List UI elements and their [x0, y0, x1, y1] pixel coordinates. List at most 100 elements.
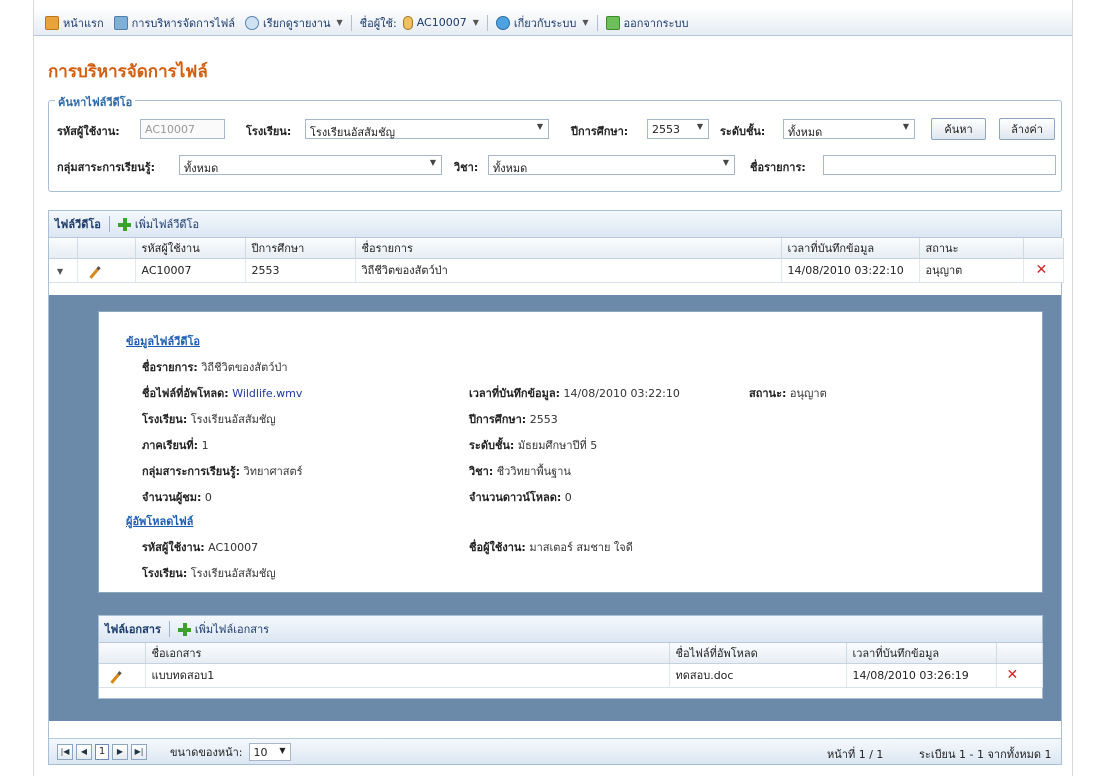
- menu-logout-label: ออกจากระบบ: [623, 16, 689, 30]
- delete-header: [1023, 238, 1064, 259]
- detail-views-label: จำนวนผู้ชม:: [142, 491, 202, 504]
- search-fieldset: ค้นหาไฟล์วีดีโอ รหัสผู้ใช้งาน: โรงเรียน:…: [48, 93, 1062, 192]
- detail-uploader-name-label: ชื่อผู้ใช้งาน:: [469, 541, 526, 554]
- chevron-down-icon: ▼: [582, 18, 589, 27]
- home-icon: [45, 15, 59, 30]
- video-table: รหัสผู้ใช้งาน ปีการศึกษา ชื่อรายการ เวลา…: [49, 238, 1064, 283]
- cell-doc-name: แบบทดสอบ1: [145, 663, 670, 688]
- school-select[interactable]: โรงเรียนอัสสัมชัญ ▼: [305, 119, 549, 139]
- page-size-select[interactable]: 10 ▼: [248, 742, 291, 761]
- first-page-button[interactable]: |◀: [57, 743, 73, 760]
- learning-group-select[interactable]: ทั้งหมด ▼: [179, 155, 442, 175]
- detail-status-value: อนุญาต: [789, 387, 827, 400]
- edit-cell[interactable]: [99, 663, 146, 688]
- cell-doc-timestamp: 14/08/2010 03:26:19: [846, 663, 997, 688]
- column-header-doc-name[interactable]: ชื่อเอกสาร: [145, 643, 670, 664]
- detail-card: ข้อมูลไฟล์วีดีโอ ชื่อรายการ: วิถีชีวิตขอ…: [98, 311, 1043, 593]
- add-document-button[interactable]: เพิ่มไฟล์เอกสาร: [177, 620, 269, 638]
- detail-subject-label: วิชา:: [469, 465, 494, 478]
- menu-home-label: หน้าแรก: [63, 16, 104, 30]
- column-header-doc-file[interactable]: ชื่อไฟล์ที่อัพโหลด: [669, 643, 847, 664]
- page-container: หน้าแรก การบริหารจัดการไฟล์ เรียกดูรายงา…: [33, 0, 1073, 776]
- cell-year: 2553: [245, 258, 356, 283]
- cell-doc-file: ทดสอบ.doc: [669, 663, 847, 688]
- title-input[interactable]: [823, 155, 1056, 175]
- title-label: ชื่อรายการ:: [750, 161, 806, 174]
- column-header-timestamp[interactable]: เวลาที่บันทึกข้อมูล: [781, 238, 920, 259]
- next-page-icon: ▶: [116, 747, 124, 756]
- school-select-value: โรงเรียนอัสสัมชัญ: [310, 126, 395, 139]
- menu-home[interactable]: หน้าแรก: [40, 12, 109, 34]
- detail-level-label: ระดับชั้น:: [469, 439, 515, 452]
- file-info-heading-link[interactable]: ข้อมูลไฟล์วีดีโอ: [126, 332, 200, 350]
- detail-title-label: ชื่อรายการ:: [142, 361, 198, 374]
- delete-cell[interactable]: ✕: [996, 663, 1043, 688]
- detail-upload-file-value: Wildlife.wmv: [232, 387, 303, 400]
- toolbar-separator: [168, 621, 170, 637]
- menu-logout[interactable]: ออกจากระบบ: [601, 12, 694, 34]
- cell-title: วิถีชีวิตของสัตว์ป่า: [355, 258, 782, 283]
- prev-page-icon: ◀: [80, 747, 88, 756]
- next-page-button[interactable]: ▶: [112, 743, 128, 760]
- subject-select-value: ทั้งหมด: [493, 162, 528, 175]
- table-row: แบบทดสอบ1 ทดสอบ.doc 14/08/2010 03:26:19 …: [99, 663, 1043, 688]
- delete-icon: ✕: [1006, 667, 1019, 683]
- add-video-label: เพิ่มไฟล์วีดีโอ: [134, 218, 200, 231]
- document-table: ชื่อเอกสาร ชื่อไฟล์ที่อัพโหลด เวลาที่บัน…: [99, 643, 1043, 688]
- user-id-input[interactable]: [140, 119, 225, 139]
- detail-uploader-id-label: รหัสผู้ใช้งาน:: [142, 541, 205, 554]
- current-page-number[interactable]: 1: [95, 743, 109, 760]
- detail-downloads-value: 0: [564, 491, 572, 504]
- column-header-title[interactable]: ชื่อรายการ: [355, 238, 782, 259]
- year-select[interactable]: 2553 ▼: [647, 119, 709, 139]
- edit-cell[interactable]: [77, 258, 136, 283]
- detail-group: กลุ่มสาระการเรียนรู้: วิทยาศาสตร์: [142, 462, 303, 480]
- last-page-button[interactable]: ▶|: [131, 743, 147, 760]
- detail-views: จำนวนผู้ชม: 0: [142, 488, 212, 506]
- uploader-heading-link[interactable]: ผู้อัพโหลดไฟล์: [126, 512, 193, 530]
- page-info: หน้าที่ 1 / 1: [827, 748, 884, 761]
- cell-user-id: AC10007: [135, 258, 246, 283]
- expand-toggle[interactable]: ▼: [49, 258, 78, 283]
- edit-header: [77, 238, 136, 259]
- plus-icon: [177, 622, 191, 636]
- delete-header: [996, 643, 1043, 664]
- prev-page-button[interactable]: ◀: [76, 743, 92, 760]
- column-header-doc-timestamp[interactable]: เวลาที่บันทึกข้อมูล: [846, 643, 997, 664]
- docs-title: ไฟล์เอกสาร: [105, 623, 161, 636]
- chevron-down-icon: ▼: [536, 122, 543, 131]
- page-size-label: ขนาดของหน้า:: [170, 745, 243, 759]
- menu-user[interactable]: ชื่อผู้ใช้: AC10007 ▼: [355, 12, 484, 34]
- menu-file-management[interactable]: การบริหารจัดการไฟล์: [109, 12, 240, 34]
- add-video-button[interactable]: เพิ่มไฟล์วีดีโอ: [117, 215, 200, 233]
- subject-select[interactable]: ทั้งหมด ▼: [488, 155, 735, 175]
- edit-header: [99, 643, 146, 664]
- detail-status-label: สถานะ:: [749, 387, 787, 400]
- menu-report[interactable]: เรียกดูรายงาน ▼: [240, 12, 348, 34]
- level-select[interactable]: ทั้งหมด ▼: [783, 119, 915, 139]
- detail-uploader-id: รหัสผู้ใช้งาน: AC10007: [142, 538, 258, 556]
- column-header-year[interactable]: ปีการศึกษา: [245, 238, 356, 259]
- detail-views-value: 0: [204, 491, 212, 504]
- logout-icon: [605, 15, 620, 30]
- row-detail-panel: ข้อมูลไฟล์วีดีโอ ชื่อรายการ: วิถีชีวิตขอ…: [49, 295, 1061, 721]
- detail-year-label: ปีการศึกษา:: [469, 413, 527, 426]
- top-menu-bar: หน้าแรก การบริหารจัดการไฟล์ เรียกดูรายงา…: [34, 10, 1072, 36]
- delete-cell[interactable]: ✕: [1023, 258, 1064, 283]
- column-header-status[interactable]: สถานะ: [919, 238, 1024, 259]
- table-header-row: รหัสผู้ใช้งาน ปีการศึกษา ชื่อรายการ เวลา…: [49, 238, 1064, 259]
- chevron-down-icon: ▼: [279, 745, 286, 755]
- detail-downloads-label: จำนวนดาวน์โหลด:: [469, 491, 562, 504]
- toolbar-separator: [108, 216, 110, 232]
- menu-separator: [350, 14, 352, 31]
- chevron-down-icon: ▼: [336, 18, 343, 27]
- menu-about-label: เกี่ยวกับระบบ: [513, 16, 577, 30]
- detail-title-value: วิถีชีวิตของสัตว์ป่า: [201, 361, 288, 374]
- menu-about[interactable]: เกี่ยวกับระบบ ▼: [491, 12, 594, 34]
- school-label: โรงเรียน:: [246, 125, 292, 138]
- detail-uploader-school: โรงเรียน: โรงเรียนอัสสัมชัญ: [142, 564, 276, 582]
- reset-button[interactable]: ล้างค่า: [999, 118, 1055, 140]
- search-button[interactable]: ค้นหา: [931, 118, 986, 140]
- column-header-user-id[interactable]: รหัสผู้ใช้งาน: [135, 238, 246, 259]
- detail-school-value: โรงเรียนอัสสัมชัญ: [190, 413, 276, 426]
